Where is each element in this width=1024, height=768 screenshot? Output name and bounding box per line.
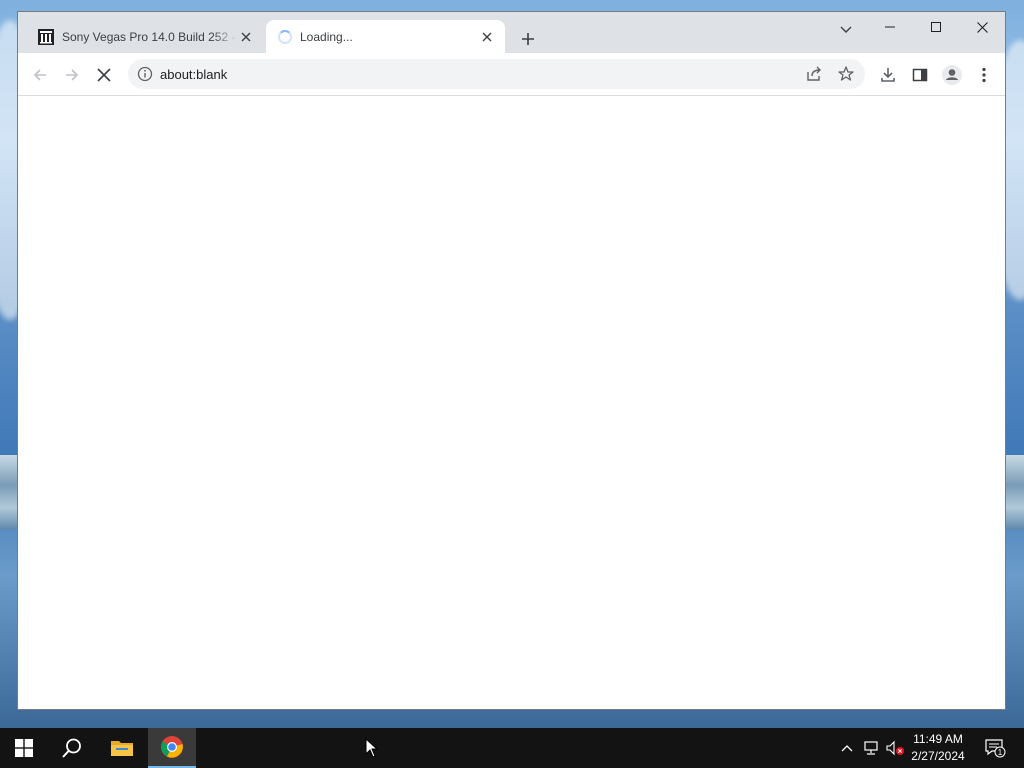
back-icon <box>33 69 46 81</box>
profile-button[interactable] <box>939 62 965 88</box>
profile-icon <box>942 65 962 85</box>
clock-time: 11:49 AM <box>913 732 963 746</box>
minimize-icon <box>885 26 895 28</box>
address-bar[interactable]: about:blank <box>128 59 865 89</box>
close-window-button[interactable] <box>959 12 1005 42</box>
notifications-button[interactable]: 1 <box>980 728 1010 768</box>
tab-strip: Sony Vegas Pro 14.0 Build 252 - Loading.… <box>18 12 1005 53</box>
back-button[interactable] <box>27 62 53 88</box>
menu-icon <box>982 67 986 83</box>
tab-title: Sony Vegas Pro 14.0 Build 252 - <box>62 29 236 44</box>
volume-muted-icon <box>886 740 904 756</box>
show-hidden-icons-button[interactable] <box>838 728 856 768</box>
file-explorer-icon <box>111 741 133 756</box>
close-icon <box>976 21 988 33</box>
window-controls <box>867 12 1005 42</box>
chevron-down-icon <box>840 26 852 33</box>
maximize-button[interactable] <box>913 12 959 42</box>
browser-window: Sony Vegas Pro 14.0 Build 252 - Loading.… <box>17 11 1006 710</box>
search-button[interactable] <box>48 728 96 768</box>
url-text[interactable]: about:blank <box>160 67 227 82</box>
search-icon <box>62 738 81 758</box>
network-button[interactable] <box>860 728 882 768</box>
chrome-icon <box>161 736 183 758</box>
plus-icon <box>522 33 534 45</box>
menu-button[interactable] <box>971 62 997 88</box>
network-icon <box>864 741 878 755</box>
notification-icon: 1 <box>985 739 1006 758</box>
share-icon[interactable] <box>805 65 823 83</box>
archive-building-icon <box>38 28 54 45</box>
tab-search-button[interactable] <box>834 18 858 42</box>
start-button[interactable] <box>0 728 48 768</box>
info-icon[interactable] <box>137 66 153 82</box>
clock[interactable]: 11:49 AM 2/27/2024 <box>903 731 973 765</box>
page-content[interactable] <box>18 96 1005 709</box>
tab-loading[interactable]: Loading... <box>266 20 505 53</box>
tab-sony-vegas[interactable]: Sony Vegas Pro 14.0 Build 252 - <box>26 20 264 53</box>
mouse-cursor-icon <box>365 738 379 758</box>
taskbar: 11:49 AM 2/27/2024 1 <box>0 728 1024 768</box>
browser-toolbar: about:blank <box>18 53 1005 96</box>
notification-count: 1 <box>998 748 1003 757</box>
forward-icon <box>66 69 79 81</box>
tab-title: Loading... <box>300 29 353 44</box>
download-button[interactable] <box>875 62 901 88</box>
chrome-taskbar-button[interactable] <box>148 728 196 768</box>
clock-date: 2/27/2024 <box>911 749 965 763</box>
download-icon <box>881 68 895 82</box>
stop-icon <box>97 68 111 82</box>
tab-close-icon[interactable] <box>479 29 495 45</box>
tab-close-icon[interactable] <box>238 29 254 45</box>
file-explorer-button[interactable] <box>98 728 146 768</box>
side-panel-button[interactable] <box>907 62 933 88</box>
chevron-up-icon <box>841 745 853 752</box>
side-panel-icon <box>912 68 928 82</box>
maximize-icon <box>931 22 941 32</box>
loading-spinner-icon <box>278 29 292 44</box>
minimize-button[interactable] <box>867 12 913 42</box>
stop-button[interactable] <box>91 62 117 88</box>
start-icon <box>15 739 33 757</box>
new-tab-button[interactable] <box>516 27 540 51</box>
star-icon[interactable] <box>837 65 855 83</box>
forward-button[interactable] <box>59 62 85 88</box>
